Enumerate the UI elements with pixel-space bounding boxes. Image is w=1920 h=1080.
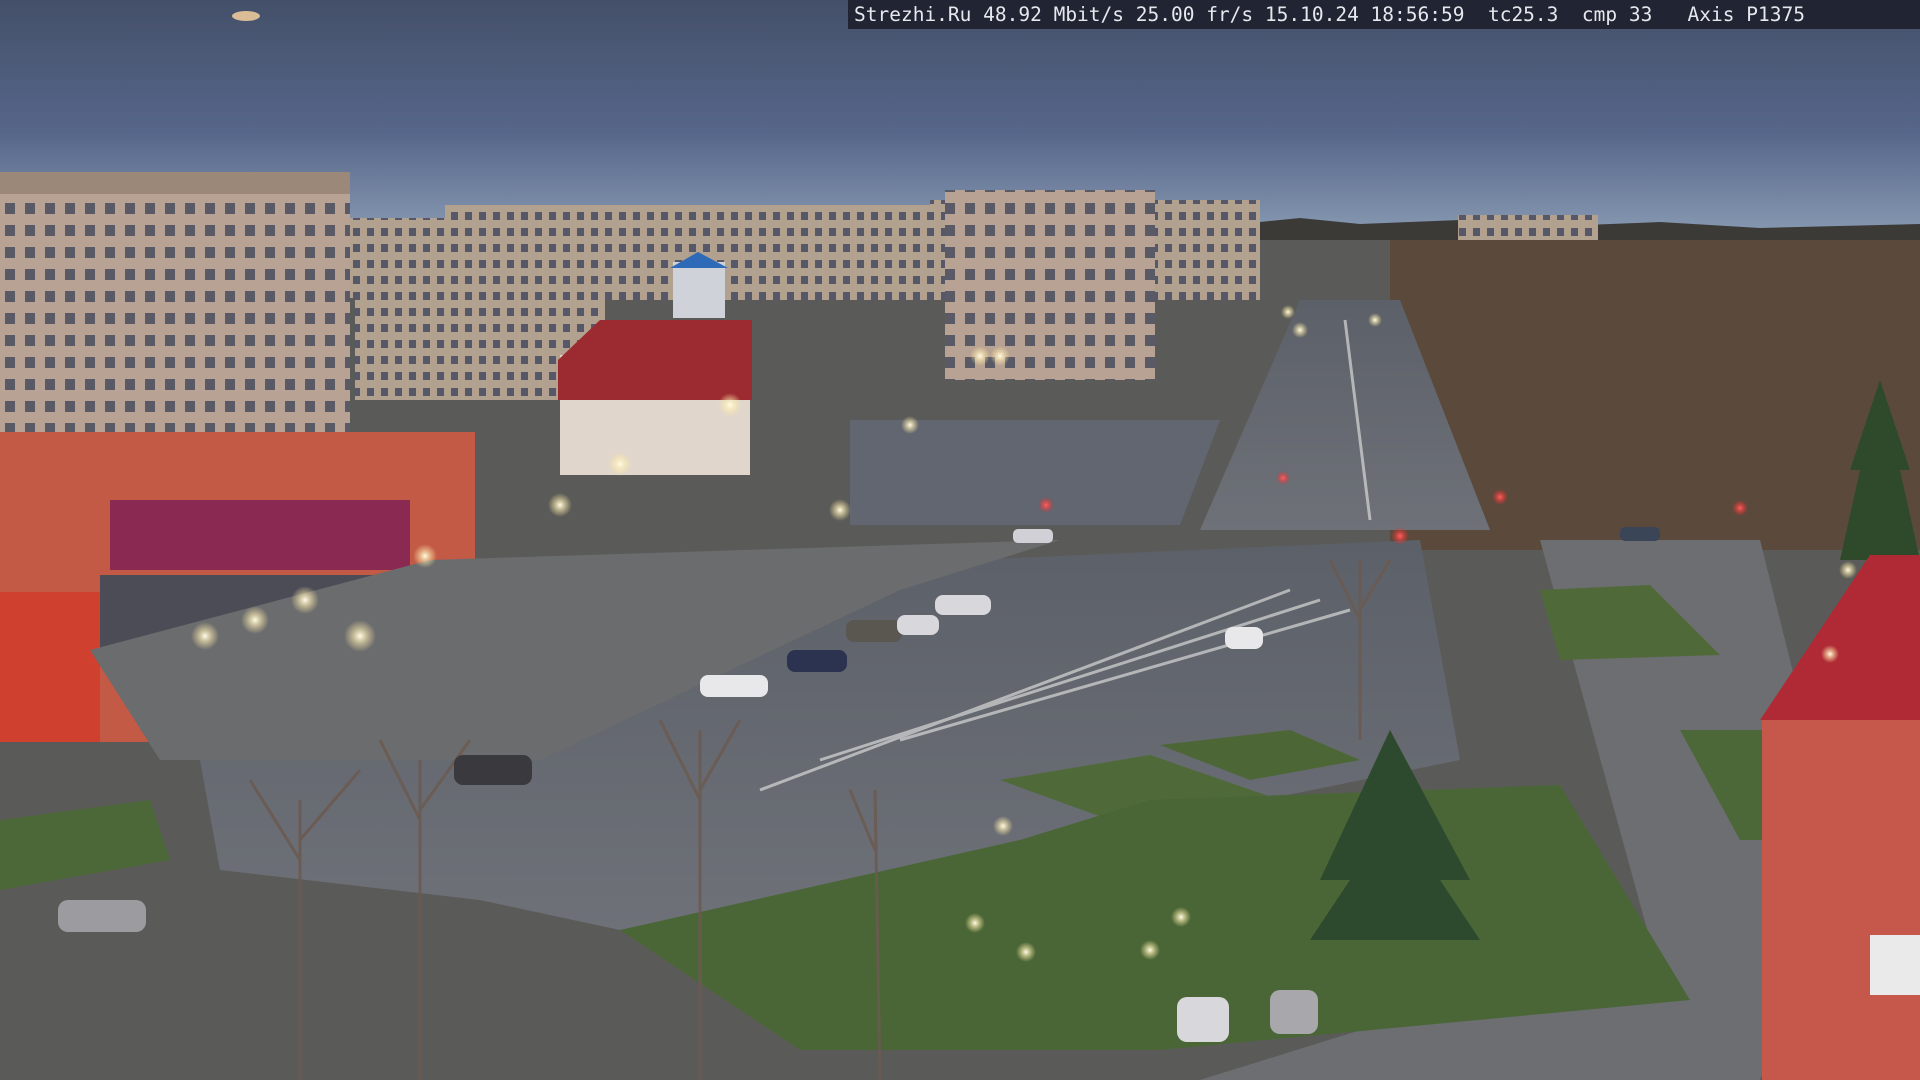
right-building-window xyxy=(1870,935,1920,995)
camera-osd-overlay: Strezhi.Ru 48.92 Mbit/s 25.00 fr/s 15.10… xyxy=(848,0,1920,29)
blue-roof-building xyxy=(673,262,725,318)
moon-glow xyxy=(232,11,260,21)
city-scene-image xyxy=(0,0,1920,1080)
parking-plaza xyxy=(850,420,1220,525)
far-building-1 xyxy=(350,218,450,298)
webcam-view: Strezhi.Ru 48.92 Mbit/s 25.00 fr/s 15.10… xyxy=(0,0,1920,1080)
left-panel-building-roof xyxy=(0,172,350,194)
shop-red-block xyxy=(0,592,100,742)
shopping-center-sign-band xyxy=(110,500,410,570)
right-red-building xyxy=(1762,720,1920,1080)
